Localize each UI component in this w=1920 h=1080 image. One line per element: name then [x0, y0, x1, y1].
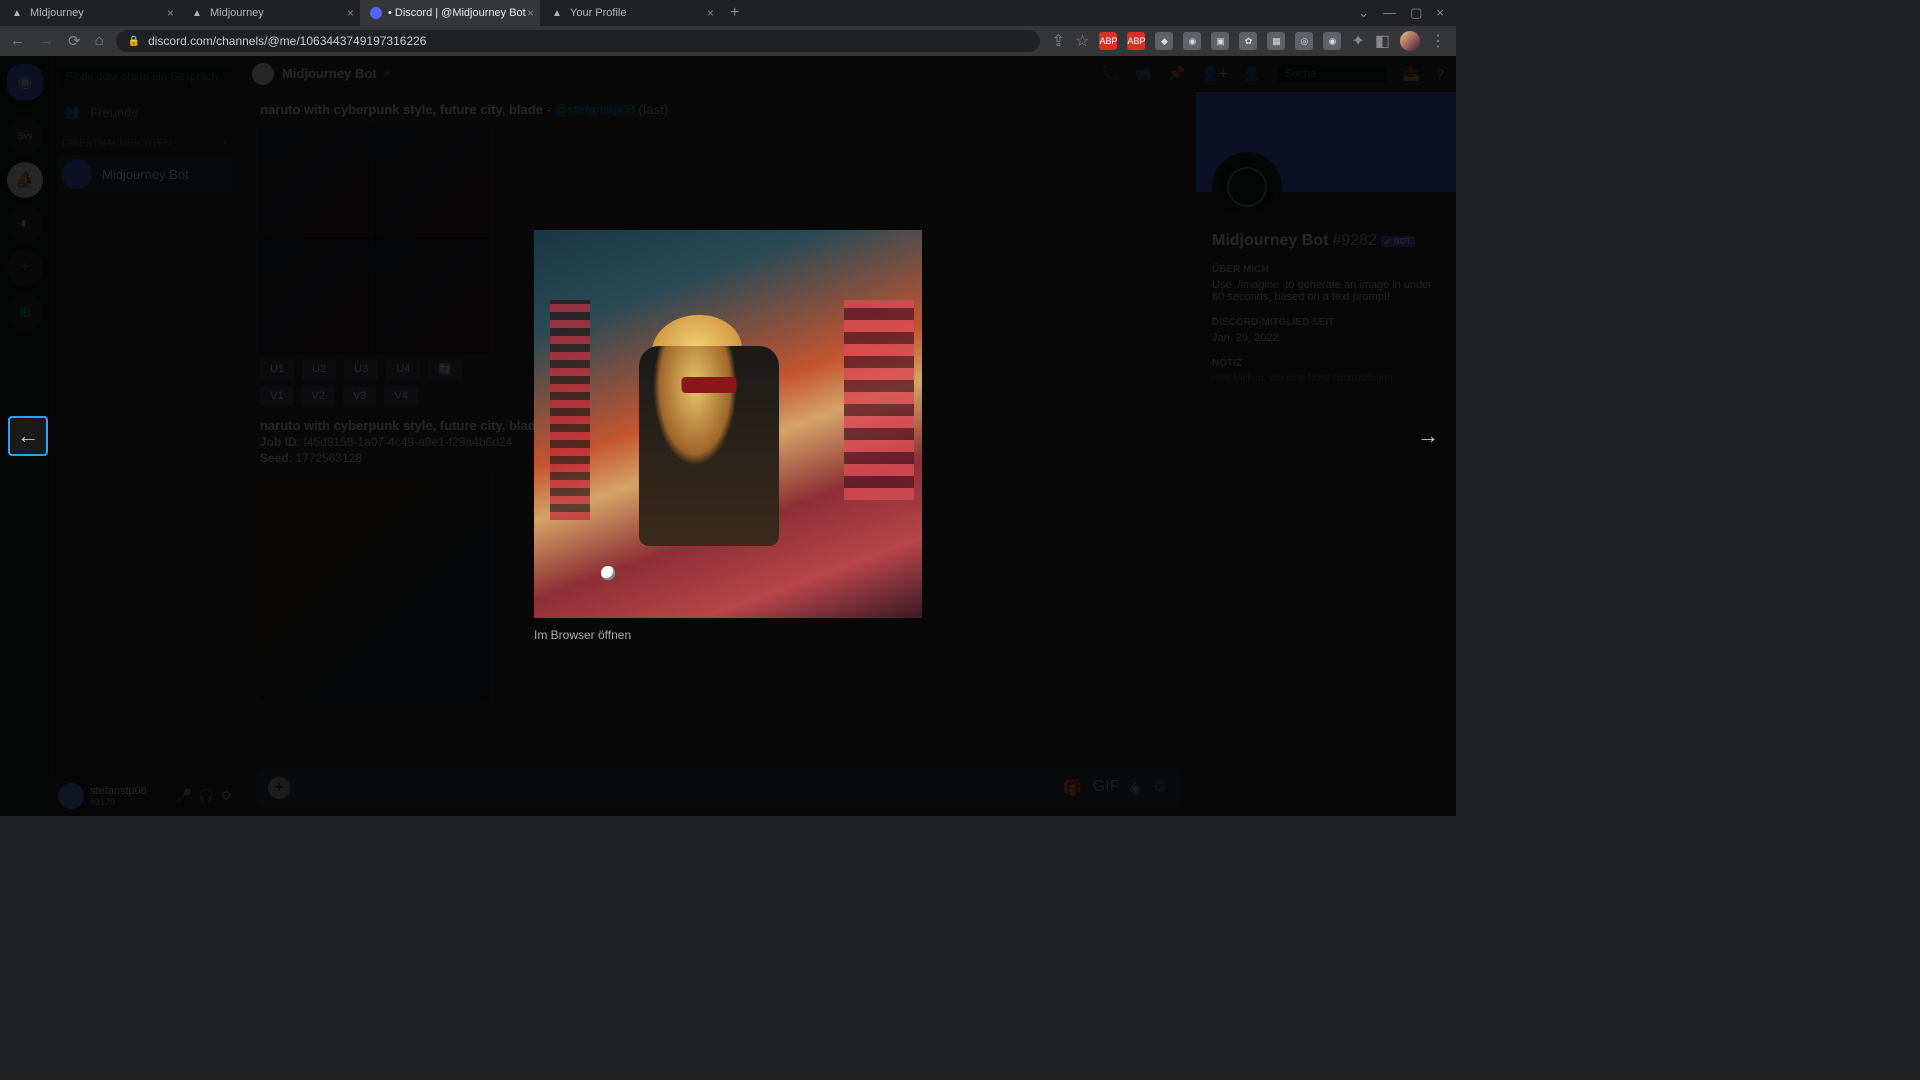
- tab-title: • Discord | @Midjourney Bot: [388, 7, 526, 19]
- favicon-icon: ▲: [190, 6, 204, 20]
- extensions-menu-icon[interactable]: ✦: [1351, 31, 1364, 51]
- new-tab-button[interactable]: +: [720, 0, 749, 26]
- minimize-icon[interactable]: —: [1383, 5, 1396, 21]
- share-icon[interactable]: ⇪: [1052, 31, 1065, 51]
- adblockplus-icon[interactable]: ABP: [1127, 32, 1145, 50]
- tab-title: Midjourney: [30, 7, 84, 19]
- tab-midjourney-2[interactable]: ▲ Midjourney ×: [180, 0, 360, 26]
- tab-strip: ▲ Midjourney × ▲ Midjourney × • Discord …: [0, 0, 1346, 26]
- back-icon[interactable]: ←: [10, 32, 25, 50]
- adblock-icon[interactable]: ABP: [1099, 32, 1117, 50]
- extension-icon[interactable]: ◆: [1155, 32, 1173, 50]
- address-bar[interactable]: 🔒 discord.com/channels/@me/1063443749197…: [116, 30, 1040, 52]
- extension-icon[interactable]: ✿: [1239, 32, 1257, 50]
- close-icon[interactable]: ×: [347, 6, 354, 20]
- favicon-icon: ▲: [550, 6, 564, 20]
- lightbox-next-button[interactable]: →: [1408, 416, 1448, 456]
- lock-icon: 🔒: [128, 36, 140, 47]
- star-icon[interactable]: ☆: [1075, 31, 1089, 51]
- reload-icon[interactable]: ⟳: [68, 32, 81, 50]
- window-controls: ⌄ — ▢ ×: [1346, 5, 1456, 21]
- close-icon[interactable]: ×: [167, 6, 174, 20]
- url-text: discord.com/channels/@me/106344374919731…: [148, 34, 426, 48]
- extension-icon[interactable]: ◎: [1295, 32, 1313, 50]
- zoom-lens-icon: [601, 566, 615, 580]
- tab-midjourney-1[interactable]: ▲ Midjourney ×: [0, 0, 180, 26]
- extension-icon[interactable]: ◉: [1323, 32, 1341, 50]
- chevron-down-icon[interactable]: ⌄: [1358, 5, 1369, 21]
- tab-title: Midjourney: [210, 7, 264, 19]
- maximize-icon[interactable]: ▢: [1410, 5, 1422, 21]
- lightbox-prev-button[interactable]: ←: [8, 416, 48, 456]
- discord-favicon-icon: [370, 7, 382, 19]
- tab-discord[interactable]: • Discord | @Midjourney Bot ×: [360, 0, 540, 26]
- browser-titlebar: ▲ Midjourney × ▲ Midjourney × • Discord …: [0, 0, 1456, 26]
- sidepanel-icon[interactable]: ◧: [1375, 31, 1390, 51]
- home-icon[interactable]: ⌂: [95, 32, 104, 50]
- open-in-browser-link[interactable]: Im Browser öffnen: [534, 628, 922, 642]
- extension-icons: ⇪ ☆ ABP ABP ◆ ◉ ▣ ✿ ▦ ◎ ◉ ✦ ◧ ⋮: [1052, 31, 1446, 51]
- profile-avatar-icon[interactable]: [1400, 31, 1420, 51]
- tab-profile[interactable]: ▲ Your Profile ×: [540, 0, 720, 26]
- close-window-icon[interactable]: ×: [1436, 5, 1444, 21]
- close-icon[interactable]: ×: [527, 6, 534, 20]
- lightbox-image[interactable]: [534, 230, 922, 618]
- favicon-icon: ▲: [10, 6, 24, 20]
- extension-icon[interactable]: ◉: [1183, 32, 1201, 50]
- close-icon[interactable]: ×: [707, 6, 714, 20]
- forward-icon[interactable]: →: [39, 32, 54, 50]
- browser-toolbar: ← → ⟳ ⌂ 🔒 discord.com/channels/@me/10634…: [0, 26, 1456, 56]
- extension-icon[interactable]: ▦: [1267, 32, 1285, 50]
- extension-icon[interactable]: ▣: [1211, 32, 1229, 50]
- tab-title: Your Profile: [570, 7, 626, 19]
- menu-icon[interactable]: ⋮: [1430, 31, 1446, 51]
- discord-app: ◉ Svs ⛵ ◐ + ⊕ Finde oder starte ein Gesp…: [0, 56, 1456, 816]
